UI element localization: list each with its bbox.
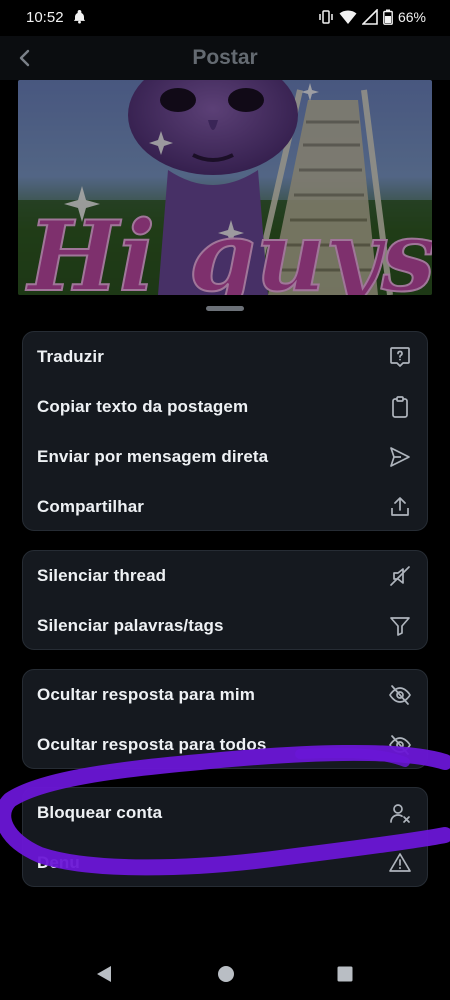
eye-off-icon bbox=[387, 732, 413, 758]
battery-icon bbox=[383, 9, 393, 25]
menu-item-hide-for-all[interactable]: Ocultar resposta para todos bbox=[23, 720, 427, 770]
share-icon bbox=[387, 494, 413, 520]
page-title: Postar bbox=[192, 46, 258, 69]
post-image-text: Hi guys bbox=[25, 200, 432, 295]
menu-item-label: Ocultar resposta para todos bbox=[37, 735, 267, 754]
menu-group-actions: Traduzir Copiar texto da postagem Enviar… bbox=[22, 331, 428, 531]
menu-group-hide: Ocultar resposta para mim Ocultar respos… bbox=[22, 669, 428, 769]
menu-item-label: Bloquear conta bbox=[37, 803, 163, 822]
filter-icon bbox=[387, 613, 413, 639]
translate-icon bbox=[387, 344, 413, 370]
back-triangle-icon[interactable] bbox=[95, 964, 113, 984]
menu-item-mute-words[interactable]: Silenciar palavras/tags bbox=[23, 601, 427, 651]
wifi-icon bbox=[339, 10, 357, 24]
menu-item-mute-thread[interactable]: Silenciar thread bbox=[23, 551, 427, 601]
menu-item-label: Copiar texto da postagem bbox=[37, 397, 249, 416]
menu-item-label: Silenciar thread bbox=[37, 566, 167, 585]
warning-icon bbox=[387, 850, 413, 876]
menu-item-send-dm[interactable]: Enviar por mensagem direta bbox=[23, 432, 427, 482]
eye-off-icon bbox=[387, 682, 413, 708]
app-notification-icon bbox=[73, 9, 86, 24]
menu-item-label: Ocultar resposta para mim bbox=[37, 685, 255, 704]
menu-item-label: Traduzir bbox=[37, 347, 104, 366]
menu-group-account: Bloquear conta Denu bbox=[22, 787, 428, 887]
signal-icon bbox=[361, 9, 378, 25]
menu-item-hide-for-me[interactable]: Ocultar resposta para mim bbox=[23, 670, 427, 720]
status-bar: 10:52 66% bbox=[0, 0, 450, 36]
menu-item-share[interactable]: Compartilhar bbox=[23, 482, 427, 532]
battery-percent: 66% bbox=[397, 9, 426, 25]
clipboard-icon bbox=[387, 394, 413, 420]
mute-icon bbox=[387, 563, 413, 589]
options-sheet: Traduzir Copiar texto da postagem Enviar… bbox=[0, 296, 450, 950]
recents-square-icon[interactable] bbox=[336, 964, 354, 984]
menu-item-label: Denu bbox=[37, 853, 80, 872]
post-image: Hi guys bbox=[18, 80, 432, 295]
menu-item-label: Enviar por mensagem direta bbox=[37, 447, 269, 466]
status-icons: 66% bbox=[318, 9, 426, 25]
menu-item-copy-text[interactable]: Copiar texto da postagem bbox=[23, 382, 427, 432]
block-user-icon bbox=[387, 800, 413, 826]
menu-item-block-account[interactable]: Bloquear conta bbox=[23, 788, 427, 838]
sheet-handle[interactable] bbox=[206, 306, 244, 311]
menu-item-label: Silenciar palavras/tags bbox=[37, 616, 224, 635]
send-icon bbox=[387, 444, 413, 470]
status-time: 10:52 bbox=[26, 9, 64, 26]
app-header: Postar bbox=[0, 36, 450, 80]
home-circle-icon[interactable] bbox=[216, 964, 236, 984]
post-image-art: Hi guys bbox=[18, 80, 432, 295]
system-nav-bar bbox=[0, 950, 450, 1000]
vibrate-icon bbox=[319, 10, 333, 24]
menu-item-translate[interactable]: Traduzir bbox=[23, 332, 427, 382]
menu-item-label: Compartilhar bbox=[37, 497, 144, 516]
menu-item-report[interactable]: Denu bbox=[23, 838, 427, 888]
menu-group-mute: Silenciar thread Silenciar palavras/tags bbox=[22, 550, 428, 650]
